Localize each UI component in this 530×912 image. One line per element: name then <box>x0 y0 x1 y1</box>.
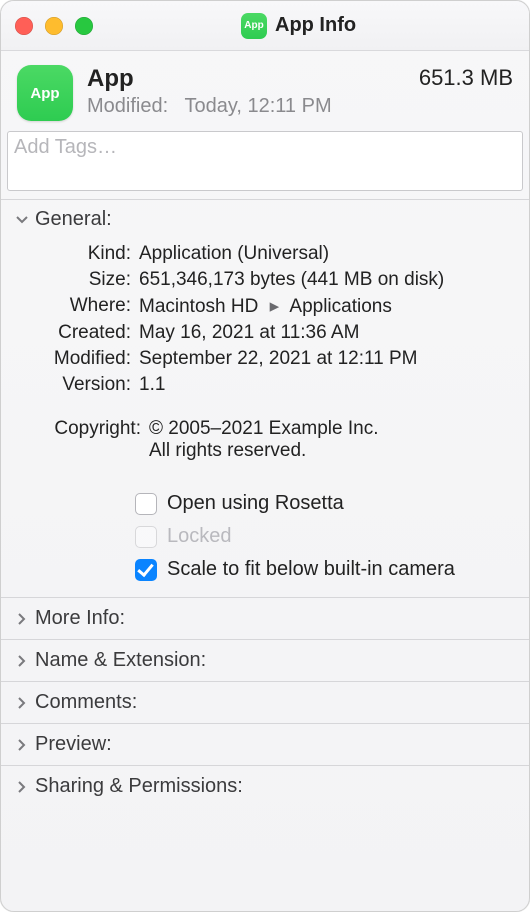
section-name-extension: Name & Extension: <box>1 639 529 681</box>
section-sharing-permissions: Sharing & Permissions: <box>1 765 529 807</box>
value-size: 651,346,173 bytes (441 MB on disk) <box>139 269 511 291</box>
section-comments-header[interactable]: Comments: <box>1 682 529 723</box>
section-preview: Preview: <box>1 723 529 765</box>
label-copyright: Copyright: <box>19 418 149 440</box>
section-preview-header[interactable]: Preview: <box>1 724 529 765</box>
tags-input[interactable] <box>14 136 516 159</box>
label-version: Version: <box>19 374 139 396</box>
copyright-line2: All rights reserved. <box>149 440 511 462</box>
section-comments: Comments: <box>1 681 529 723</box>
collapsed-sections: More Info: Name & Extension: Comments: <box>1 597 529 807</box>
copyright-line1: © 2005–2021 Example Inc. <box>149 418 511 440</box>
value-created: May 16, 2021 at 11:36 AM <box>139 322 511 344</box>
tags-row <box>1 131 529 199</box>
checkbox-rosetta[interactable] <box>135 493 157 515</box>
window-title: App Info <box>275 14 356 37</box>
section-more-info: More Info: <box>1 597 529 639</box>
label-modified: Modified: <box>19 348 139 370</box>
label-kind: Kind: <box>19 243 139 265</box>
section-name-extension-title: Name & Extension: <box>35 649 206 672</box>
section-name-extension-header[interactable]: Name & Extension: <box>1 640 529 681</box>
value-copyright: © 2005–2021 Example Inc. All rights rese… <box>149 418 511 462</box>
header: App App Modified: Today, 12:11 PM 651.3 … <box>1 51 529 131</box>
value-version: 1.1 <box>139 374 511 396</box>
close-window-button[interactable] <box>15 17 33 35</box>
chevron-down-icon <box>15 213 29 227</box>
app-size: 651.3 MB <box>419 65 513 91</box>
value-modified: September 22, 2021 at 12:11 PM <box>139 348 511 370</box>
check-scalefit[interactable]: Scale to fit below built-in camera <box>135 558 511 581</box>
title-app-icon: App <box>241 13 267 39</box>
section-general-header[interactable]: General: <box>1 200 529 237</box>
where-loc1: Macintosh HD <box>139 296 258 317</box>
label-where: Where: <box>19 295 139 317</box>
section-sharing-permissions-title: Sharing & Permissions: <box>35 775 243 798</box>
app-name: App <box>87 65 405 93</box>
window-controls <box>15 17 93 35</box>
chevron-right-icon <box>15 612 29 626</box>
zoom-window-button[interactable] <box>75 17 93 35</box>
checkbox-scalefit-label: Scale to fit below built-in camera <box>167 558 455 581</box>
section-comments-title: Comments: <box>35 691 137 714</box>
row-created: Created: May 16, 2021 at 11:36 AM <box>19 322 511 344</box>
row-kind: Kind: Application (Universal) <box>19 243 511 265</box>
row-version: Version: 1.1 <box>19 374 511 396</box>
check-locked: Locked <box>135 525 511 548</box>
section-more-info-header[interactable]: More Info: <box>1 598 529 639</box>
checkbox-locked-label: Locked <box>167 525 232 548</box>
chevron-right-icon <box>15 654 29 668</box>
header-text: App Modified: Today, 12:11 PM <box>87 65 405 118</box>
checkbox-scalefit[interactable] <box>135 559 157 581</box>
section-general: General: Kind: Application (Universal) S… <box>1 199 529 597</box>
checkbox-rosetta-label: Open using Rosetta <box>167 492 344 515</box>
check-rosetta[interactable]: Open using Rosetta <box>135 492 511 515</box>
path-separator-icon: ▸ <box>270 296 280 317</box>
section-general-title: General: <box>35 208 112 231</box>
where-loc2: Applications <box>289 296 391 317</box>
chevron-right-icon <box>15 696 29 710</box>
row-size: Size: 651,346,173 bytes (441 MB on disk) <box>19 269 511 291</box>
general-checks: Open using Rosetta Locked Scale to fit b… <box>19 492 511 581</box>
tags-field[interactable] <box>7 131 523 191</box>
label-size: Size: <box>19 269 139 291</box>
title-app-icon-label: App <box>244 20 263 31</box>
section-general-body: Kind: Application (Universal) Size: 651,… <box>1 237 529 597</box>
minimize-window-button[interactable] <box>45 17 63 35</box>
chevron-right-icon <box>15 780 29 794</box>
section-sharing-permissions-header[interactable]: Sharing & Permissions: <box>1 766 529 807</box>
section-more-info-title: More Info: <box>35 607 125 630</box>
value-where: Macintosh HD ▸ Applications <box>139 295 511 318</box>
checkbox-locked <box>135 526 157 548</box>
info-window: App App Info App App Modified: Today, 12… <box>0 0 530 912</box>
app-modified-value: Today, 12:11 PM <box>184 95 331 117</box>
titlebar: App App Info <box>1 1 529 51</box>
row-modified: Modified: September 22, 2021 at 12:11 PM <box>19 348 511 370</box>
section-preview-title: Preview: <box>35 733 112 756</box>
app-icon-label: App <box>30 85 59 102</box>
app-modified: Modified: Today, 12:11 PM <box>87 95 405 118</box>
app-icon[interactable]: App <box>17 65 73 121</box>
chevron-right-icon <box>15 738 29 752</box>
row-where: Where: Macintosh HD ▸ Applications <box>19 295 511 318</box>
label-created: Created: <box>19 322 139 344</box>
app-modified-label: Modified: <box>87 95 168 117</box>
row-copyright: Copyright: © 2005–2021 Example Inc. All … <box>19 418 511 462</box>
value-kind: Application (Universal) <box>139 243 511 265</box>
